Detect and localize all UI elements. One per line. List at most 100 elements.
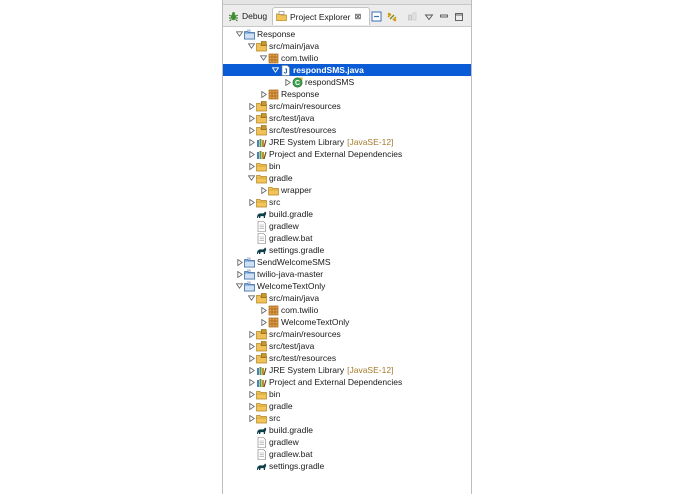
tree-item[interactable]: com.twilio [223,304,471,316]
tree-item[interactable]: gradlew [223,220,471,232]
tree-item-label: JRE System Library [269,365,345,375]
tree-item[interactable]: src/test/resources [223,124,471,136]
collapse-arrow-icon[interactable] [247,136,256,148]
collapse-arrow-icon[interactable] [247,412,256,424]
tree-item[interactable]: Response [223,28,471,40]
folder-icon [268,185,279,196]
tree-item[interactable]: build.gradle [223,208,471,220]
tree-item[interactable]: JrespondSMS.java [223,64,471,76]
collapse-arrow-icon[interactable] [247,400,256,412]
source-folder-icon [256,100,267,112]
tree-item[interactable]: com.twilio [223,52,471,64]
class-icon: C [292,77,303,88]
expand-arrow-icon[interactable] [247,292,256,304]
tree-item[interactable]: SendWelcomeSMS [223,256,471,268]
collapse-arrow-icon[interactable] [247,100,256,112]
collapse-arrow-icon[interactable] [247,196,256,208]
tree-item[interactable]: src/main/resources [223,328,471,340]
collapse-arrow-icon[interactable] [247,112,256,124]
collapse-arrow-icon[interactable] [247,364,256,376]
tab-project-explorer[interactable]: Project Explorer ⊠ [272,7,370,25]
source-folder-icon [256,292,267,304]
expand-arrow-icon[interactable] [247,40,256,52]
library-version-suffix: [JavaSE-12] [347,365,394,375]
collapse-arrow-icon[interactable] [259,304,268,316]
folder-icon [256,389,267,400]
tree-item-label: respondSMS [305,77,355,87]
package-icon [268,305,279,316]
collapse-all-icon[interactable] [370,10,383,23]
collapse-arrow-icon[interactable] [247,124,256,136]
tree-item[interactable]: settings.gradle [223,460,471,472]
tree-item[interactable]: WelcomeTextOnly [223,316,471,328]
collapse-arrow-icon[interactable] [247,328,256,340]
tree-item-label: src [269,197,281,207]
collapse-arrow-icon[interactable] [235,256,244,268]
package-icon [268,89,279,100]
expand-arrow-icon[interactable] [235,28,244,40]
tree-item[interactable]: src/main/resources [223,100,471,112]
tree-item[interactable]: Project and External Dependencies [223,376,471,388]
tree-item[interactable]: src/main/java [223,40,471,52]
collapse-arrow-icon[interactable] [259,316,268,328]
tree-item[interactable]: JRE System Library [JavaSE-12] [223,364,471,376]
collapse-arrow-icon[interactable] [247,376,256,388]
tree-item[interactable]: gradlew [223,436,471,448]
tab-debug-label: Debug [242,11,268,21]
tree-item[interactable]: src/main/java [223,292,471,304]
tree-item-label: settings.gradle [269,461,325,471]
tree-item[interactable]: src/test/java [223,112,471,124]
tree-item[interactable]: src [223,196,471,208]
tree-item[interactable]: Response [223,88,471,100]
tree-item[interactable]: src [223,412,471,424]
tree-item[interactable]: settings.gradle [223,244,471,256]
collapse-arrow-icon[interactable] [247,388,256,400]
svg-text:J: J [284,68,288,75]
tree-item-label: WelcomeTextOnly [257,281,326,291]
tree-item-label: settings.gradle [269,245,325,255]
link-with-editor-icon[interactable] [385,10,398,23]
tree-item[interactable]: gradle [223,400,471,412]
collapse-arrow-icon[interactable] [235,268,244,280]
tree-item[interactable]: gradlew.bat [223,232,471,244]
expand-arrow-icon[interactable] [271,64,280,76]
collapse-arrow-icon[interactable] [247,148,256,160]
tree-item[interactable]: Project and External Dependencies [223,148,471,160]
collapse-arrow-icon[interactable] [283,76,292,88]
expand-arrow-icon[interactable] [247,172,256,184]
tree-item[interactable]: build.gradle [223,424,471,436]
view-menu-icon[interactable] [422,10,435,23]
tree-item[interactable]: CrespondSMS [223,76,471,88]
filters-icon[interactable] [406,10,419,23]
tree-item[interactable]: gradlew.bat [223,448,471,460]
collapse-arrow-icon[interactable] [247,160,256,172]
collapse-arrow-icon[interactable] [247,340,256,352]
tree-item[interactable]: src/test/resources [223,352,471,364]
collapse-arrow-icon[interactable] [247,352,256,364]
tree-item-label: src/test/java [269,113,315,123]
close-tab-icon[interactable]: ⊠ [354,12,361,21]
tree-item[interactable]: WelcomeTextOnly [223,280,471,292]
tree-item[interactable]: wrapper [223,184,471,196]
minimize-icon[interactable] [437,10,450,23]
collapse-arrow-icon[interactable] [259,88,268,100]
tree-item[interactable]: JRE System Library [JavaSE-12] [223,136,471,148]
tree-item-label: src/test/resources [269,353,337,363]
library-icon [256,137,267,148]
tree-item[interactable]: src/test/java [223,340,471,352]
tree-item[interactable]: twilio-java-master [223,268,471,280]
tree-item-label: build.gradle [269,425,313,435]
collapse-arrow-icon[interactable] [259,184,268,196]
tree-item[interactable]: bin [223,388,471,400]
maximize-icon[interactable] [452,10,465,23]
tab-debug[interactable]: Debug [225,7,271,25]
tree-item[interactable]: bin [223,160,471,172]
expand-arrow-icon[interactable] [259,52,268,64]
tree-item[interactable]: gradle [223,172,471,184]
package-icon [268,317,279,328]
expand-arrow-icon[interactable] [235,280,244,292]
